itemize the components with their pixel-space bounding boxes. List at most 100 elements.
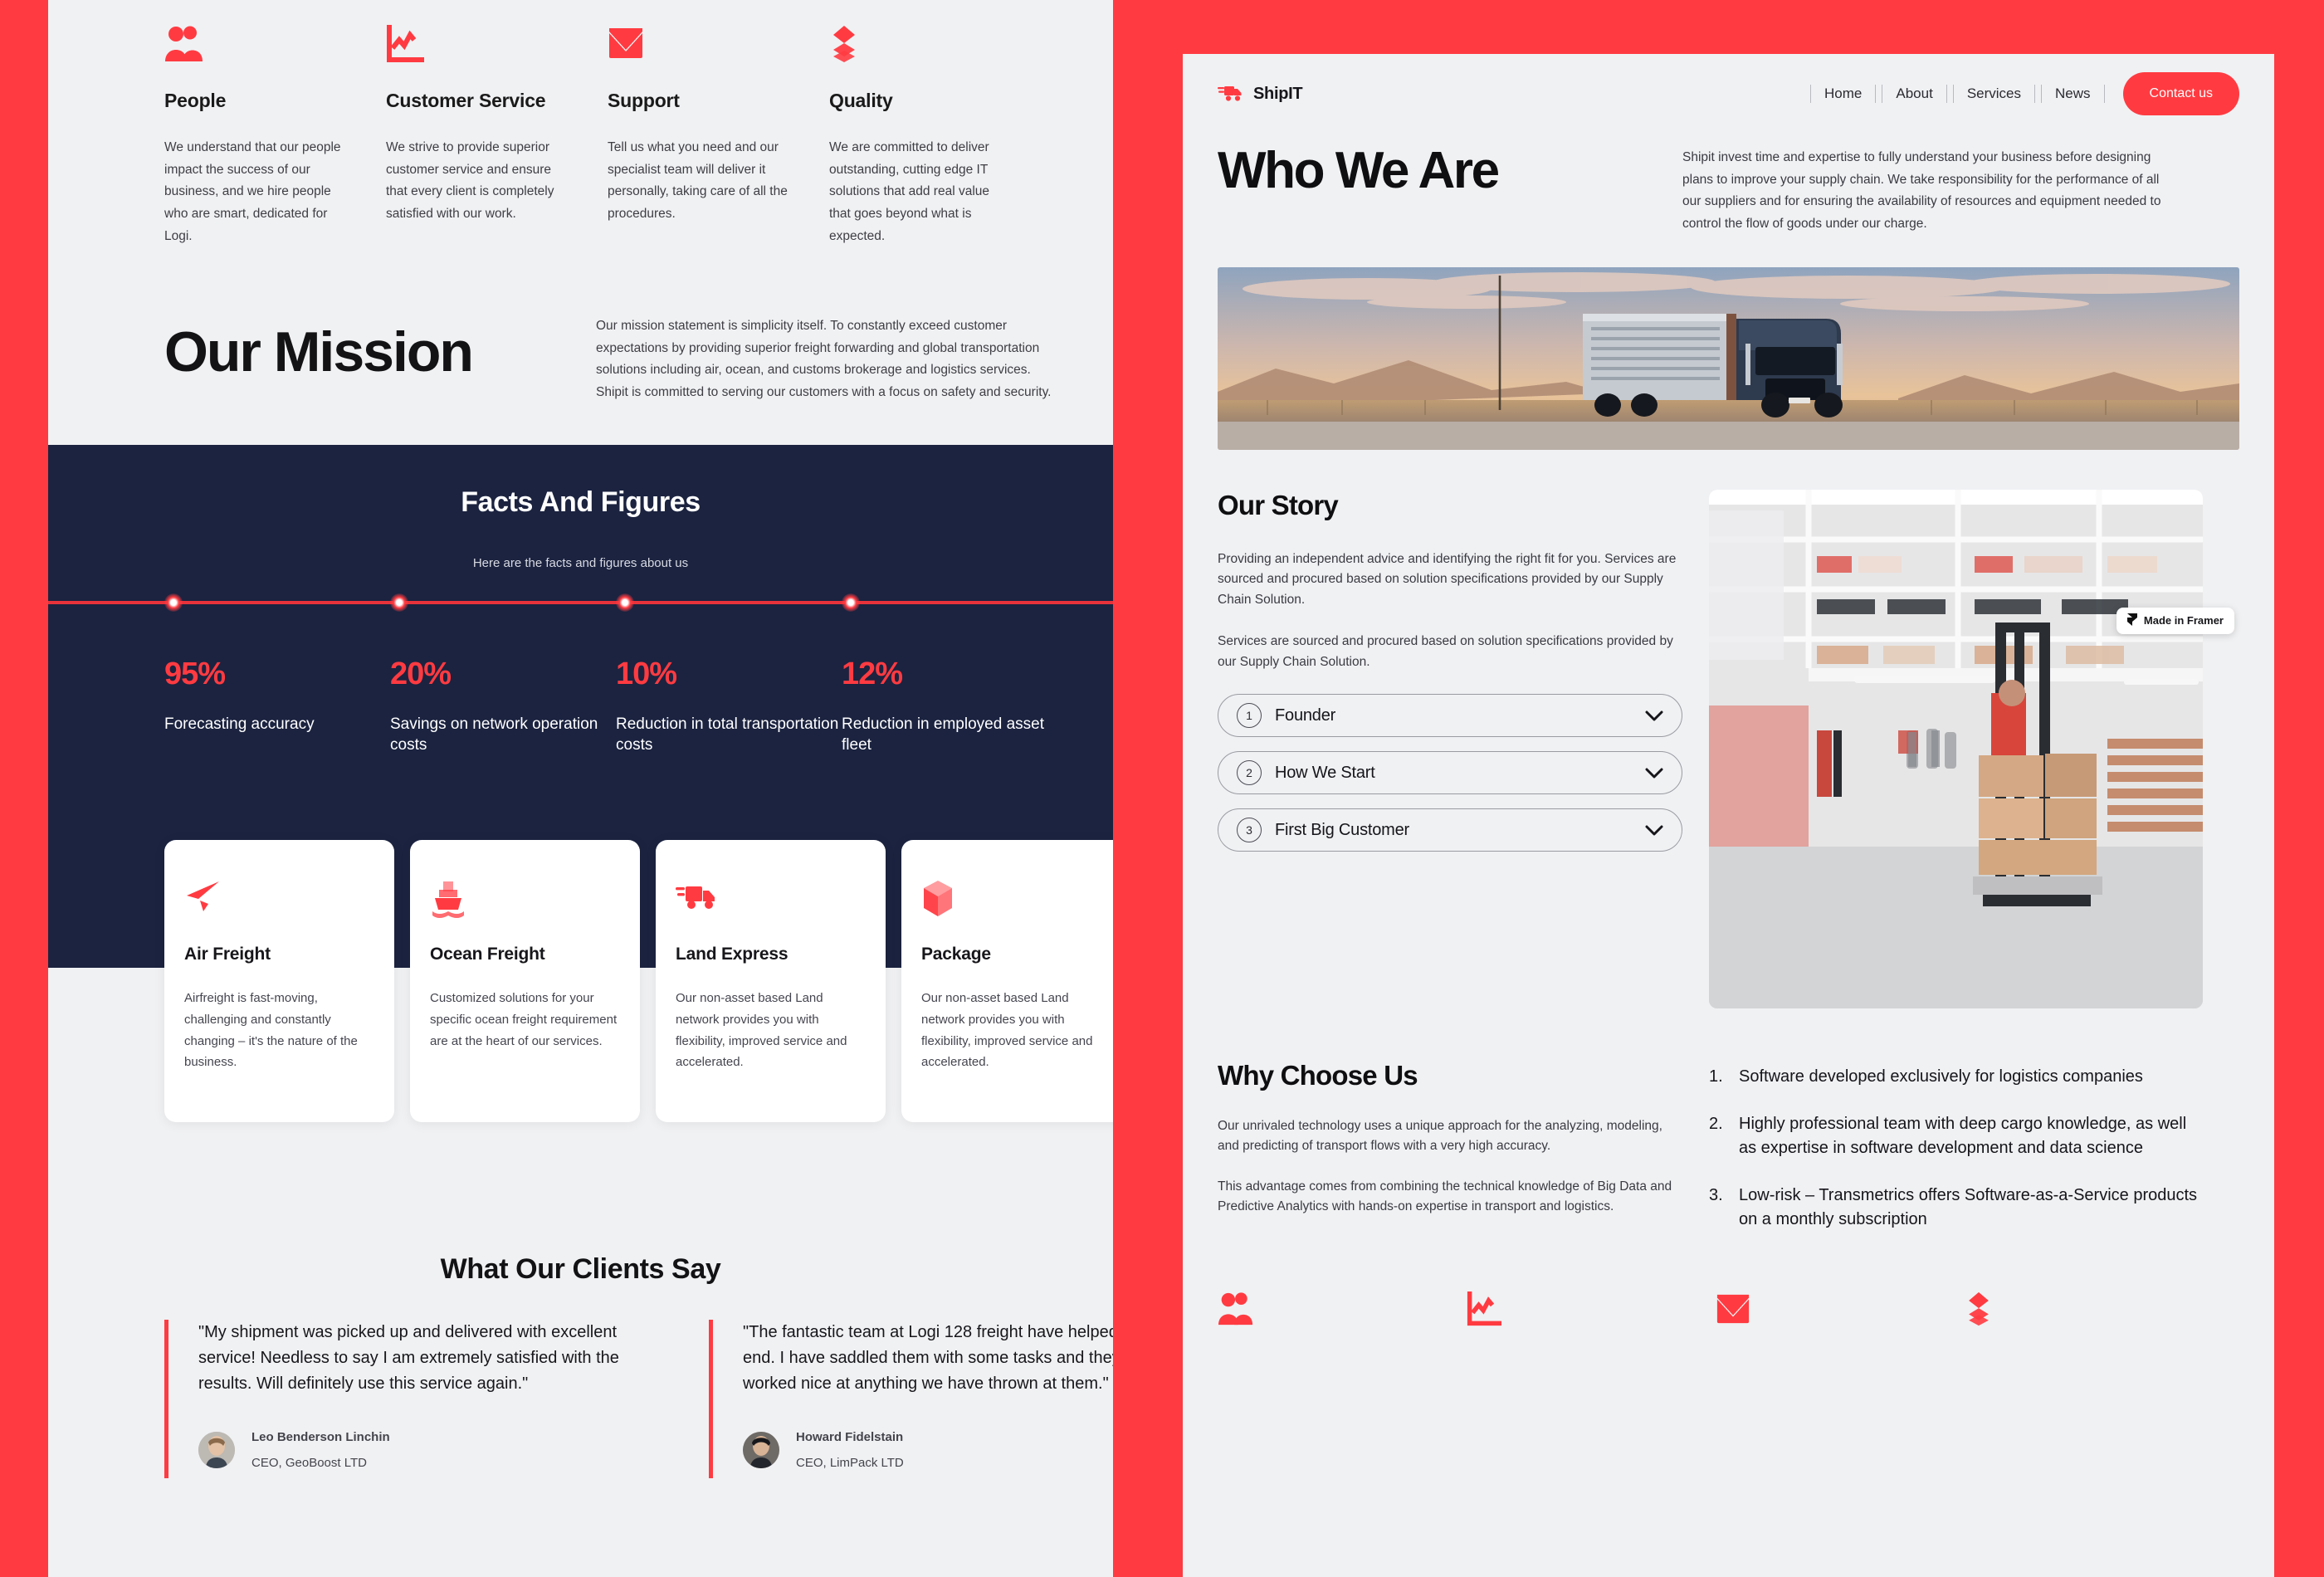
- top-navigation-bar: ShipIT Home About Services News Contact …: [1183, 54, 2274, 115]
- framer-logo-icon: [2126, 613, 2137, 628]
- stat-item: 10% Reduction in total transportation co…: [616, 657, 842, 756]
- list-text: Software developed exclusively for logis…: [1739, 1067, 2143, 1086]
- chart-icon: [386, 25, 570, 68]
- envelope-icon: [1716, 1291, 1965, 1330]
- warehouse-image: [1709, 489, 2203, 1008]
- ship-icon: [430, 880, 620, 920]
- mission-section: Our Mission Our mission statement is sim…: [164, 315, 1077, 404]
- stat-item: 20% Savings on network operation costs: [390, 657, 616, 756]
- paper-plane-icon: [184, 880, 374, 920]
- hero-section: Who We Are Shipit invest time and expert…: [1183, 115, 2274, 236]
- mission-body: Our mission statement is simplicity itse…: [596, 319, 1052, 399]
- list-number: 1.: [1709, 1067, 1723, 1086]
- feature-card-people: People We understand that our people imp…: [164, 25, 349, 247]
- story-text-column: Our Story Providing an independent advic…: [1218, 490, 1682, 1008]
- service-title: Air Freight: [184, 945, 271, 964]
- service-card-package[interactable]: Package Our non-asset based Land network…: [901, 840, 1113, 1122]
- stat-label: Savings on network operation costs: [390, 715, 598, 754]
- accordion-item-how-we-start[interactable]: 2 How We Start: [1218, 751, 1682, 795]
- hero-truck-image: [1218, 266, 2239, 450]
- story-title: Our Story: [1218, 489, 1339, 520]
- list-number: 2.: [1709, 1114, 1723, 1133]
- layers-icon: [1965, 1291, 2214, 1330]
- feature-body: We strive to provide superior customer s…: [386, 140, 554, 221]
- facts-title: Facts And Figures: [461, 486, 701, 518]
- service-title: Package: [921, 945, 991, 964]
- accordion-item-founder[interactable]: 1 Founder: [1218, 694, 1682, 738]
- why-title: Why Choose Us: [1218, 1059, 1418, 1091]
- chevron-down-icon: [1645, 825, 1663, 836]
- story-image-column: Made in Framer: [1709, 489, 2234, 1008]
- stats-row: 95% Forecasting accuracy 20% Savings on …: [164, 657, 1067, 756]
- feature-body: We understand that our people impact the…: [164, 140, 341, 243]
- stat-label: Reduction in employed asset fleet: [842, 715, 1044, 754]
- testimonial-name: Howard Fidelstain: [796, 1430, 904, 1444]
- brand-name: ShipIT: [1253, 84, 1303, 103]
- why-paragraph: Our unrivaled technology uses a unique a…: [1218, 1118, 1662, 1154]
- truck-icon: [676, 880, 866, 920]
- testimonial-quote: "The fantastic team at Logi 128 freight …: [743, 1323, 1113, 1393]
- stat-value: 10%: [616, 657, 677, 691]
- feature-grid: People We understand that our people imp…: [48, 0, 1113, 247]
- nav-item-news[interactable]: News: [2041, 85, 2105, 103]
- accordion-label: First Big Customer: [1275, 820, 1409, 839]
- service-card-land-express[interactable]: Land Express Our non-asset based Land ne…: [656, 840, 886, 1122]
- service-title: Ocean Freight: [430, 945, 545, 964]
- stat-label: Forecasting accuracy: [164, 715, 315, 733]
- page-title: Who We Are: [1218, 142, 1500, 199]
- service-card-ocean-freight[interactable]: Ocean Freight Customized solutions for y…: [410, 840, 640, 1122]
- testimonial-person: Howard Fidelstain CEO, LimPack LTD: [743, 1430, 1113, 1470]
- nav-item-home[interactable]: Home: [1810, 85, 1877, 103]
- stat-value: 12%: [842, 657, 903, 691]
- chart-icon: [1467, 1290, 1716, 1330]
- testimonial-role: CEO, LimPack LTD: [796, 1456, 904, 1470]
- why-choose-us-section: Why Choose Us Our unrivaled technology u…: [1183, 1008, 2274, 1255]
- accordion-label: Founder: [1275, 706, 1336, 725]
- timeline-line: [48, 601, 1113, 604]
- service-body: Customized solutions for your specific o…: [430, 991, 618, 1048]
- story-paragraph: Providing an independent advice and iden…: [1218, 551, 1677, 607]
- why-paragraph: This advantage comes from combining the …: [1218, 1179, 1672, 1214]
- testimonial-quote: "My shipment was picked up and delivered…: [198, 1323, 619, 1393]
- accordion-number: 3: [1237, 818, 1262, 843]
- list-item: 1. Software developed exclusively for lo…: [1709, 1065, 2203, 1089]
- accordion-item-first-big-customer[interactable]: 3 First Big Customer: [1218, 808, 1682, 852]
- service-cards: Air Freight Airfreight is fast-moving, c…: [164, 840, 1113, 1122]
- feature-title: Customer Service: [386, 90, 546, 111]
- chevron-down-icon: [1645, 768, 1663, 779]
- testimonial-item: "My shipment was picked up and delivered…: [164, 1320, 662, 1478]
- feature-card-customer-service: Customer Service We strive to provide su…: [386, 25, 570, 247]
- testimonial-item: "The fantastic team at Logi 128 freight …: [709, 1320, 1113, 1478]
- timeline-dot: [616, 593, 634, 612]
- accordion-number: 1: [1237, 703, 1262, 729]
- timeline: [48, 593, 1113, 612]
- hero-body: Shipit invest time and expertise to full…: [1682, 150, 2161, 231]
- list-number: 3.: [1709, 1185, 1723, 1204]
- timeline-dot: [842, 593, 860, 612]
- package-icon: [921, 880, 1111, 920]
- nav-item-about[interactable]: About: [1882, 85, 1947, 103]
- made-in-framer-badge[interactable]: Made in Framer: [2116, 607, 2234, 634]
- feature-title: People: [164, 90, 227, 111]
- accordion-label: How We Start: [1275, 763, 1375, 782]
- layers-icon: [829, 25, 1013, 68]
- contact-us-button[interactable]: Contact us: [2122, 72, 2239, 115]
- accordion-number: 2: [1237, 760, 1262, 786]
- stat-item: 95% Forecasting accuracy: [164, 657, 390, 756]
- service-body: Our non-asset based Land network provide…: [921, 991, 1093, 1070]
- brand-logo[interactable]: ShipIT: [1218, 84, 1303, 104]
- list-text: Low-risk – Transmetrics offers Software-…: [1739, 1185, 2198, 1228]
- service-card-air-freight[interactable]: Air Freight Airfreight is fast-moving, c…: [164, 840, 394, 1122]
- framer-badge-label: Made in Framer: [2143, 614, 2224, 627]
- timeline-dot: [390, 593, 408, 612]
- feature-card-support: Support Tell us what you need and our sp…: [608, 25, 792, 247]
- feature-card-quality: Quality We are committed to deliver outs…: [829, 25, 1013, 247]
- service-title: Land Express: [676, 945, 788, 964]
- feature-body: Tell us what you need and our specialist…: [608, 140, 788, 221]
- testimonial-person: Leo Benderson Linchin CEO, GeoBoost LTD: [198, 1430, 662, 1470]
- left-page-panel: People We understand that our people imp…: [48, 0, 1113, 1577]
- why-text-column: Why Choose Us Our unrivaled technology u…: [1218, 1060, 1682, 1255]
- feature-title: Support: [608, 90, 680, 111]
- nav-item-services[interactable]: Services: [1952, 85, 2035, 103]
- testimonials-title: What Our Clients Say: [440, 1253, 721, 1285]
